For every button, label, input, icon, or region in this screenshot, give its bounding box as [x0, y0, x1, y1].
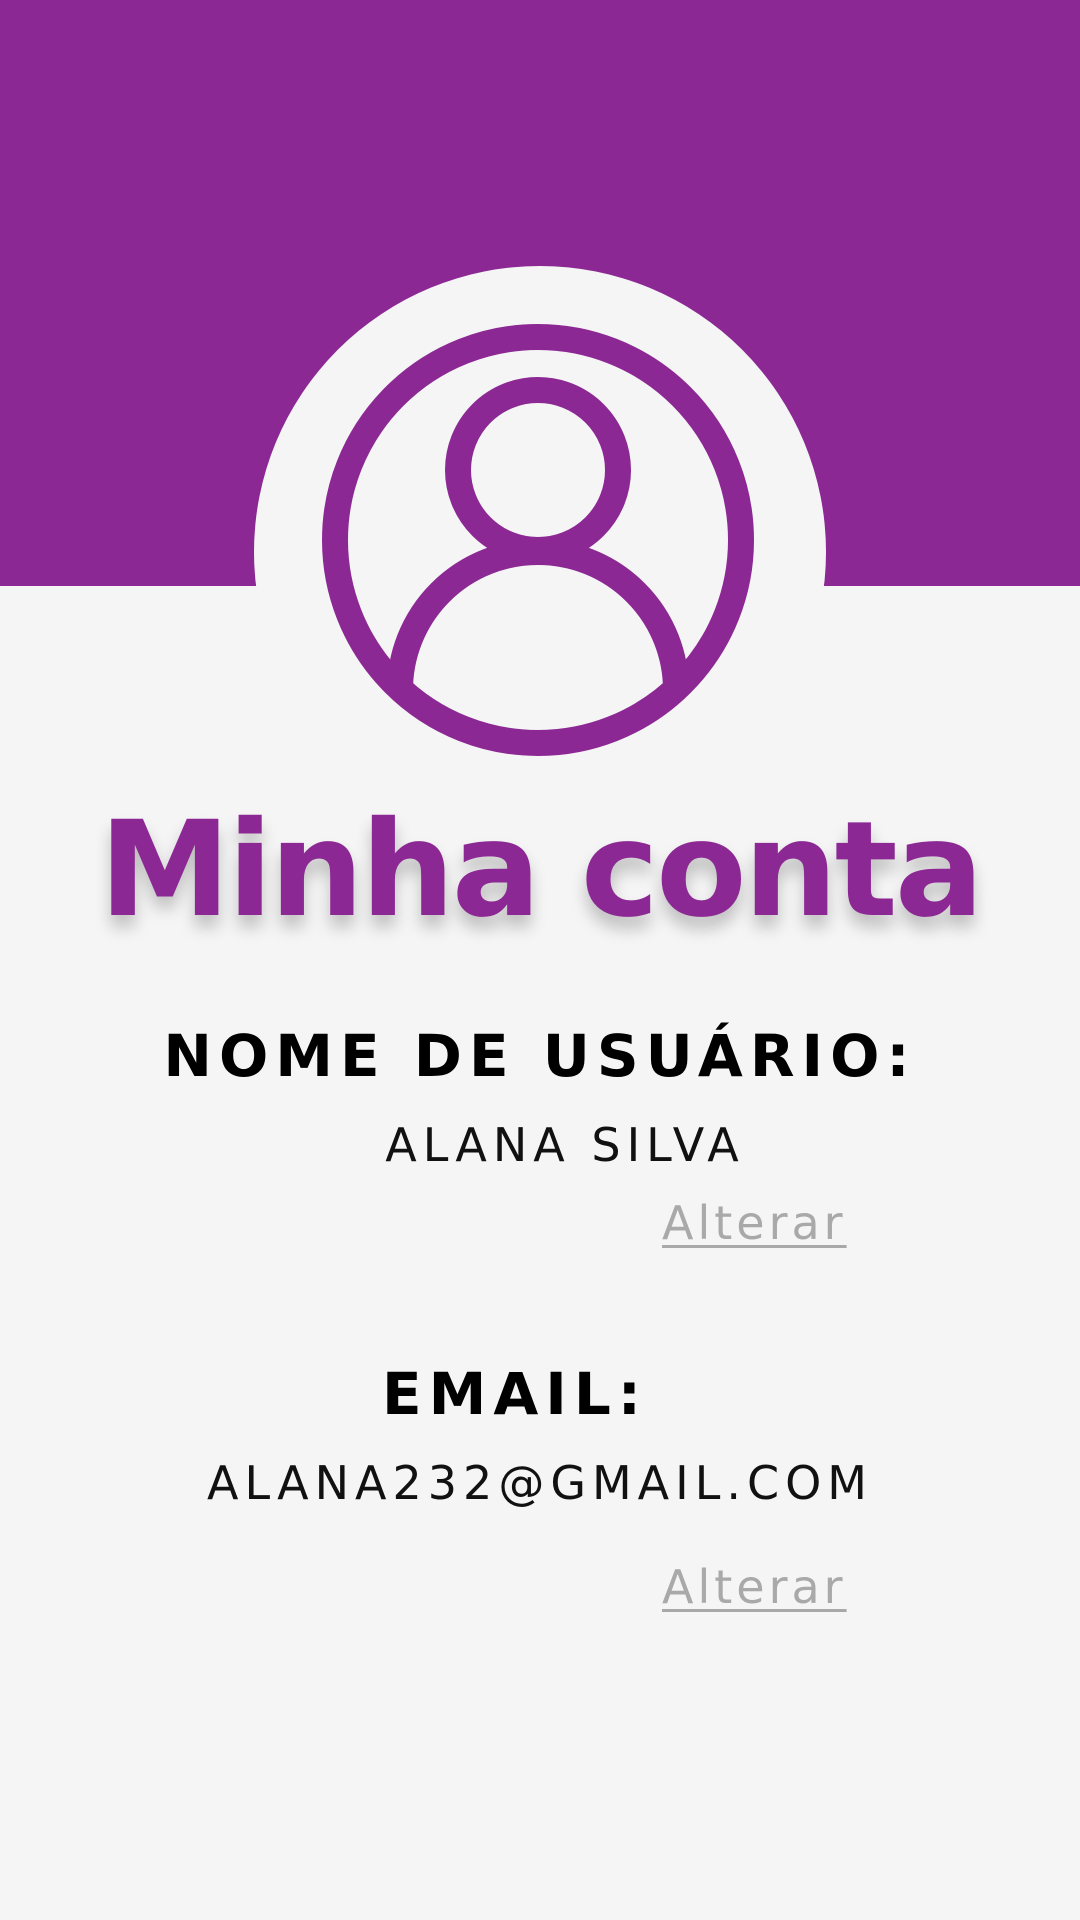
email-label: EMAIL: [382, 1360, 648, 1428]
user-circle-icon [320, 322, 756, 758]
change-username-link[interactable]: Alterar [662, 1196, 847, 1250]
username-label: NOME DE USUÁRIO: [163, 1022, 917, 1090]
page-title: Minha conta [99, 793, 984, 947]
username-value: ALANA SILVA [385, 1118, 745, 1172]
change-email-link[interactable]: Alterar [662, 1560, 847, 1614]
email-value: ALANA232@GMAIL.COM [207, 1456, 873, 1510]
